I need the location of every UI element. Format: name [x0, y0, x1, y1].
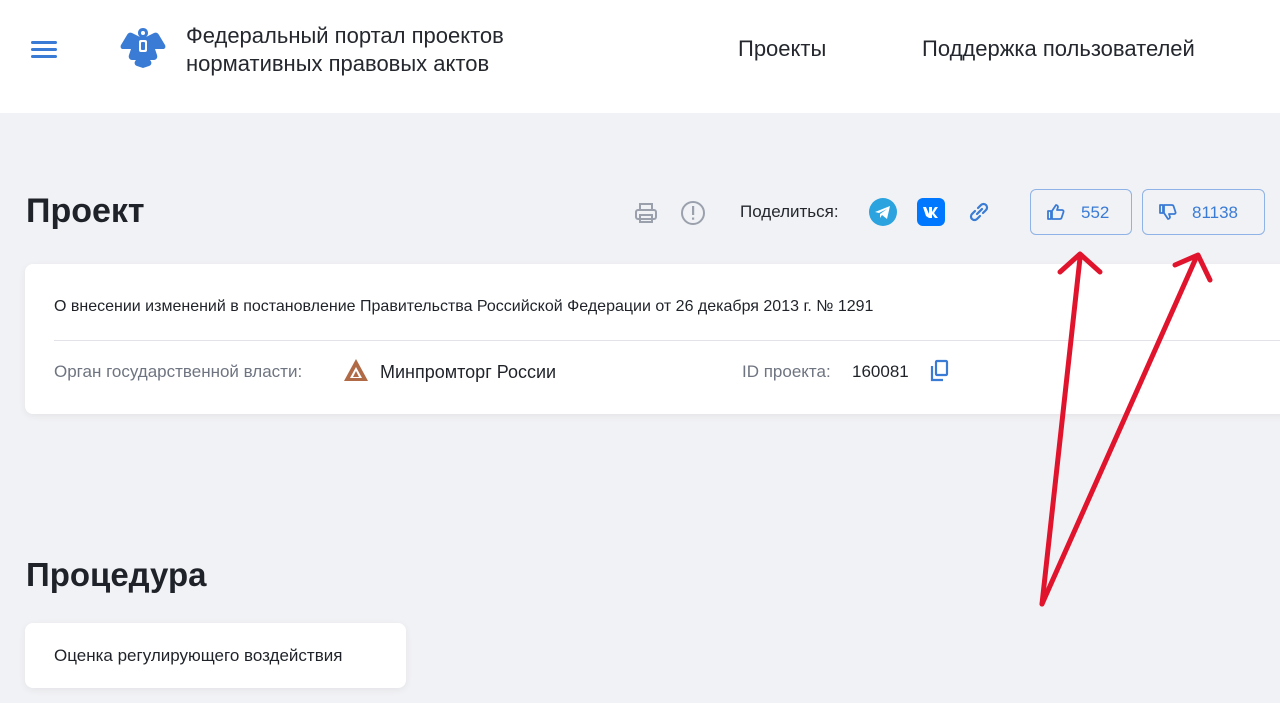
dislike-button[interactable]: 81138 — [1142, 189, 1265, 235]
vk-icon[interactable] — [917, 198, 945, 226]
site-header: Федеральный портал проектов нормативных … — [0, 0, 1280, 113]
divider — [54, 340, 1280, 341]
menu-icon[interactable] — [30, 38, 58, 60]
link-icon[interactable] — [965, 198, 993, 226]
report-problem-icon[interactable] — [680, 200, 706, 226]
site-title[interactable]: Федеральный портал проектов нормативных … — [186, 22, 586, 78]
procedure-card[interactable]: Оценка регулирующего воздействия — [25, 623, 406, 688]
org-name[interactable]: Минпромторг России — [380, 362, 556, 383]
procedure-heading: Процедура — [26, 556, 207, 593]
ministry-logo-icon — [344, 359, 368, 381]
org-label: Орган государственной власти: — [54, 362, 303, 381]
thumbs-down-icon — [1159, 204, 1177, 220]
copy-icon[interactable] — [927, 358, 951, 384]
print-icon[interactable] — [633, 200, 659, 226]
nav-projects-link[interactable]: Проекты — [738, 36, 826, 62]
project-card: О внесении изменений в постановление Пра… — [25, 264, 1280, 414]
dislikes-count: 81138 — [1192, 203, 1239, 222]
share-label: Поделиться: — [740, 202, 839, 221]
nav-support-link[interactable]: Поддержка пользователей — [922, 36, 1195, 62]
site-title-line1: Федеральный портал проектов — [186, 23, 504, 48]
site-title-line2: нормативных правовых актов — [186, 51, 490, 76]
thumbs-up-icon — [1047, 204, 1065, 220]
likes-count: 552 — [1081, 203, 1110, 222]
project-title[interactable]: О внесении изменений в постановление Пра… — [54, 298, 873, 316]
procedure-item: Оценка регулирующего воздействия — [54, 646, 343, 665]
telegram-icon[interactable] — [869, 198, 897, 226]
project-id-value: 160081 — [852, 362, 909, 381]
project-id-label: ID проекта: — [742, 362, 831, 381]
project-heading: Проект — [26, 192, 145, 230]
coat-of-arms-logo[interactable] — [118, 22, 168, 70]
like-button[interactable]: 552 — [1030, 189, 1132, 235]
